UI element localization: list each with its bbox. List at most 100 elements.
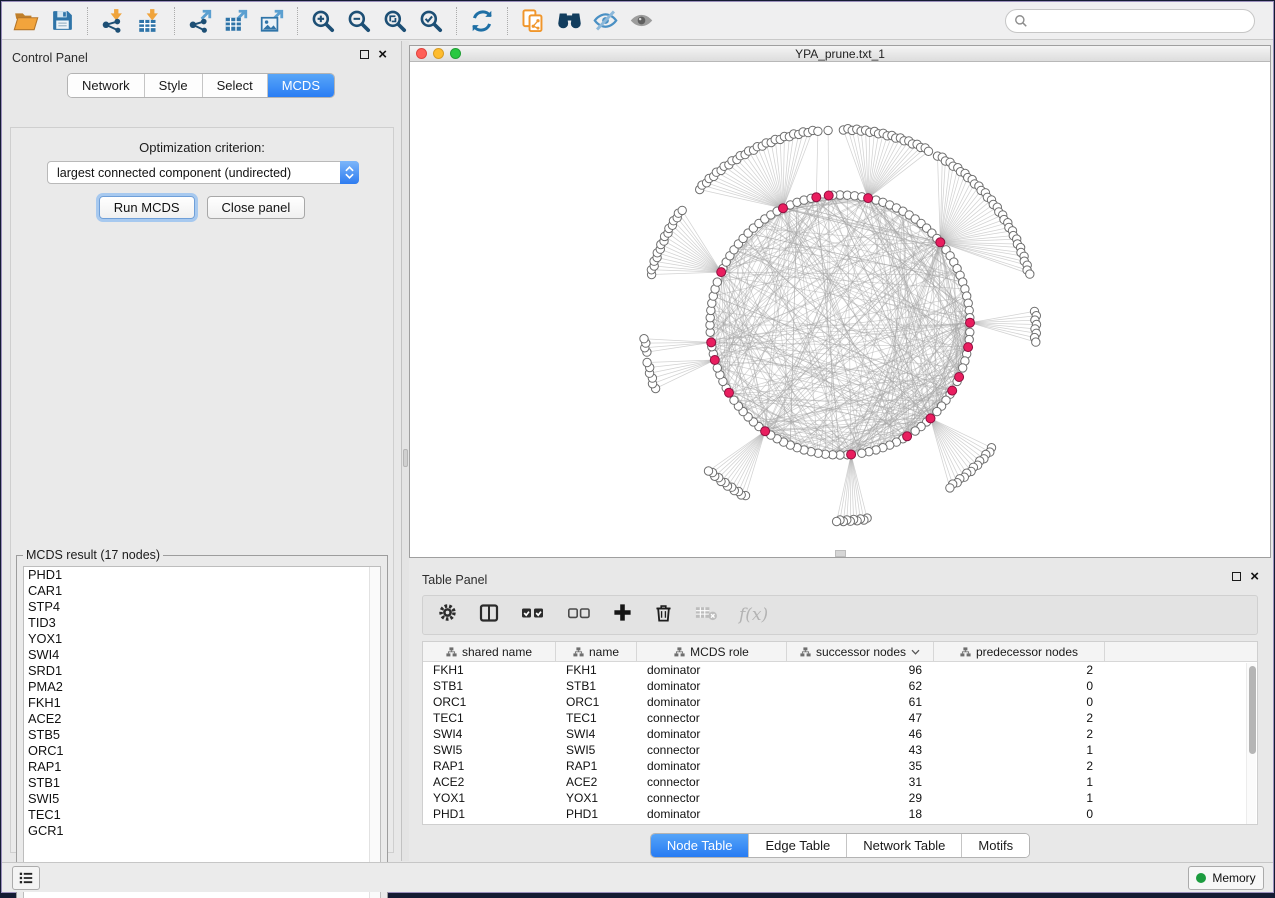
float-panel-icon[interactable] <box>360 50 369 59</box>
table-cell[interactable]: connector <box>637 742 787 758</box>
table-cell[interactable]: ACE2 <box>556 774 637 790</box>
mcds-result-item[interactable]: SRD1 <box>24 663 380 679</box>
table-cell[interactable]: TEC1 <box>423 710 556 726</box>
table-row[interactable]: ORC1ORC1dominator610 <box>423 694 1257 710</box>
table-cell[interactable]: 2 <box>934 758 1105 774</box>
table-cell[interactable]: YOX1 <box>423 790 556 806</box>
list-scrollbar[interactable] <box>369 567 380 898</box>
tab-node-table[interactable]: Node Table <box>651 834 750 857</box>
graph-node[interactable] <box>704 467 712 475</box>
table-row[interactable]: TEC1TEC1connector472 <box>423 710 1257 726</box>
mcds-result-list[interactable]: PHD1CAR1STP4TID3YOX1SWI4SRD1PMA2FKH1ACE2… <box>23 566 381 898</box>
mcds-result-item[interactable]: RAP1 <box>24 759 380 775</box>
graph-hub-node[interactable] <box>936 238 945 247</box>
mcds-result-item[interactable]: TID3 <box>24 615 380 631</box>
table-cell[interactable]: 96 <box>787 662 934 678</box>
select-all-button[interactable] <box>520 602 546 629</box>
tab-style[interactable]: Style <box>145 74 203 97</box>
import-table-button[interactable] <box>131 5 167 37</box>
tab-network[interactable]: Network <box>68 74 145 97</box>
mcds-result-item[interactable]: PHD1 <box>24 567 380 583</box>
apply-layout-button[interactable] <box>464 5 500 37</box>
graph-hub-node[interactable] <box>948 386 957 395</box>
table-cell[interactable]: 29 <box>787 790 934 806</box>
mcds-result-item[interactable]: ORC1 <box>24 743 380 759</box>
table-cell[interactable]: 31 <box>787 774 934 790</box>
graph-hub-node[interactable] <box>847 450 856 459</box>
table-cell[interactable]: RAP1 <box>556 758 637 774</box>
graph-node[interactable] <box>858 449 866 457</box>
table-scrollbar-thumb[interactable] <box>1249 666 1256 754</box>
table-cell[interactable]: STB1 <box>556 678 637 694</box>
export-table-button[interactable] <box>218 5 254 37</box>
table-cell[interactable]: ACE2 <box>423 774 556 790</box>
column-header-predecessor-nodes[interactable]: predecessor nodes <box>934 642 1105 661</box>
table-cell[interactable]: 2 <box>934 726 1105 742</box>
mcds-result-item[interactable]: FKH1 <box>24 695 380 711</box>
table-cell[interactable]: connector <box>637 774 787 790</box>
close-panel-icon[interactable]: × <box>378 50 387 59</box>
table-scrollbar[interactable] <box>1246 663 1256 824</box>
graph-hub-node[interactable] <box>710 356 719 365</box>
zoom-selected-button[interactable] <box>413 5 449 37</box>
graph-node[interactable] <box>713 278 721 286</box>
table-cell[interactable]: 2 <box>934 662 1105 678</box>
graph-node[interactable] <box>1026 270 1034 278</box>
table-cell[interactable]: 0 <box>934 678 1105 694</box>
memory-button[interactable]: Memory <box>1188 866 1264 890</box>
table-settings-button[interactable] <box>437 602 458 628</box>
table-cell[interactable]: connector <box>637 790 787 806</box>
add-column-button[interactable] <box>612 602 633 628</box>
table-cell[interactable]: 43 <box>787 742 934 758</box>
table-cell[interactable]: dominator <box>637 694 787 710</box>
column-header-shared-name[interactable]: shared name <box>423 642 556 661</box>
table-cell[interactable]: 1 <box>934 774 1105 790</box>
table-row[interactable]: ACE2ACE2connector311 <box>423 774 1257 790</box>
graph-hub-node[interactable] <box>903 432 912 441</box>
mcds-result-item[interactable]: STP4 <box>24 599 380 615</box>
first-neighbors-button[interactable] <box>551 5 587 37</box>
mcds-result-item[interactable]: CAR1 <box>24 583 380 599</box>
mcds-result-item[interactable]: PMA2 <box>24 679 380 695</box>
export-image-button[interactable] <box>254 5 290 37</box>
graph-node[interactable] <box>911 427 919 435</box>
table-cell[interactable]: connector <box>637 710 787 726</box>
table-cell[interactable]: 1 <box>934 742 1105 758</box>
table-cell[interactable]: PHD1 <box>423 806 556 822</box>
clone-network-button[interactable] <box>515 5 551 37</box>
zoom-in-button[interactable] <box>305 5 341 37</box>
deselect-all-button[interactable] <box>566 602 592 629</box>
table-row[interactable]: PHD1PHD1dominator180 <box>423 806 1257 822</box>
zoom-fit-button[interactable] <box>377 5 413 37</box>
close-panel-icon[interactable]: × <box>1250 572 1259 581</box>
network-window-titlebar[interactable]: YPA_prune.txt_1 <box>410 46 1270 62</box>
save-session-button[interactable] <box>44 5 80 37</box>
search-input[interactable] <box>1028 14 1246 28</box>
graph-node[interactable] <box>824 126 832 134</box>
table-cell[interactable]: ORC1 <box>423 694 556 710</box>
table-cell[interactable]: SWI5 <box>423 742 556 758</box>
table-cell[interactable]: 0 <box>934 694 1105 710</box>
graph-hub-node[interactable] <box>864 194 873 203</box>
graph-node[interactable] <box>643 358 651 366</box>
toggle-panels-button[interactable] <box>478 602 500 629</box>
task-history-button[interactable] <box>12 866 40 890</box>
table-cell[interactable]: SWI4 <box>556 726 637 742</box>
import-network-button[interactable] <box>95 5 131 37</box>
table-cell[interactable]: 18 <box>787 806 934 822</box>
criterion-dropdown[interactable]: largest connected component (undirected) <box>47 161 359 184</box>
float-panel-icon[interactable] <box>1232 572 1241 581</box>
graph-hub-node[interactable] <box>717 268 726 277</box>
table-cell[interactable]: SWI5 <box>556 742 637 758</box>
graph-node[interactable] <box>1032 338 1040 346</box>
tab-motifs[interactable]: Motifs <box>962 834 1029 857</box>
vertical-splitter[interactable] <box>402 41 409 861</box>
table-row[interactable]: RAP1RAP1dominator352 <box>423 758 1257 774</box>
table-cell[interactable]: YOX1 <box>556 790 637 806</box>
table-cell[interactable]: ORC1 <box>556 694 637 710</box>
graph-hub-node[interactable] <box>926 414 935 423</box>
graph-node[interactable] <box>678 206 686 214</box>
splitter-grip[interactable] <box>403 449 408 467</box>
graph-hub-node[interactable] <box>725 388 734 397</box>
zoom-out-button[interactable] <box>341 5 377 37</box>
